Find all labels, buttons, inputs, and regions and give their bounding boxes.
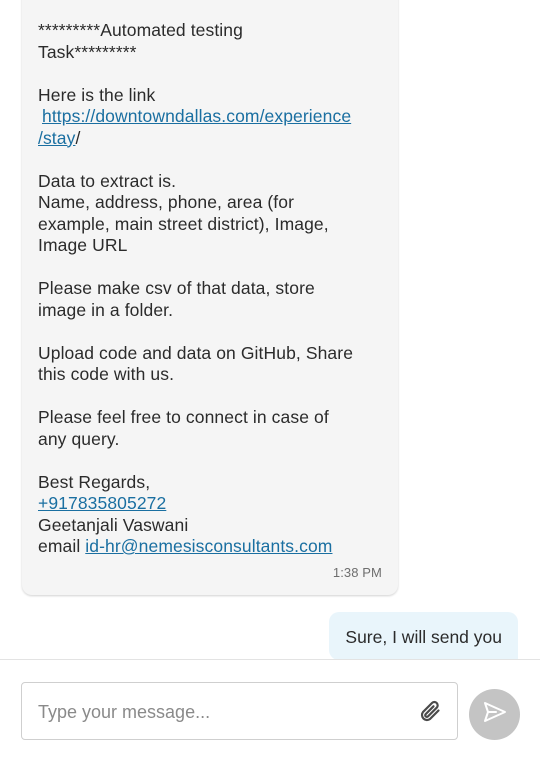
outgoing-message-text: Sure, I will send you xyxy=(345,627,502,647)
task-link-continued[interactable]: /stay xyxy=(38,128,75,148)
send-icon xyxy=(483,701,507,728)
paperclip-icon[interactable] xyxy=(419,699,443,725)
connect-text: any query. xyxy=(38,428,120,449)
chat-area[interactable]: *********Automated testing Task*********… xyxy=(0,0,540,660)
message-input-box[interactable] xyxy=(21,682,458,741)
phone-link[interactable]: +917835805272 xyxy=(38,493,166,513)
message-header-line: Task********* xyxy=(38,41,137,62)
upload-instruction-text: Upload code and data on GitHub, Share xyxy=(38,342,354,363)
connect-text: Please feel free to connect in case of xyxy=(38,407,329,427)
sender-name: Geetanjali Vaswani xyxy=(38,514,189,535)
link-suffix-text: / xyxy=(75,127,81,148)
email-label: email xyxy=(38,536,86,556)
message-input[interactable] xyxy=(36,683,410,741)
upload-instruction-text: this code with us. xyxy=(38,364,175,384)
send-button[interactable] xyxy=(469,689,520,740)
email-link[interactable]: id-hr@nemesisconsultants.com xyxy=(85,536,332,556)
data-fields-text: Image URL xyxy=(38,235,128,255)
message-header-line: *********Automated testing xyxy=(38,20,243,40)
data-fields-text: example, main street district), Image, xyxy=(38,213,329,234)
link-intro-text: Here is the link xyxy=(38,84,156,105)
csv-instruction-text: Please make csv of that data, store xyxy=(38,278,315,298)
incoming-message-bubble: *********Automated testing Task*********… xyxy=(22,0,398,595)
csv-instruction-text: image in a folder. xyxy=(38,299,174,320)
message-timestamp: 1:38 PM xyxy=(332,564,382,580)
data-intro-text: Data to extract is. xyxy=(38,170,177,191)
data-fields-text: Name, address, phone, area (for xyxy=(38,192,295,212)
task-link[interactable]: https://downtowndallas.com/experience xyxy=(42,106,351,126)
message-composer xyxy=(0,660,540,760)
outgoing-message-bubble: Sure, I will send you xyxy=(329,612,518,660)
regards-text: Best Regards, xyxy=(38,471,151,492)
